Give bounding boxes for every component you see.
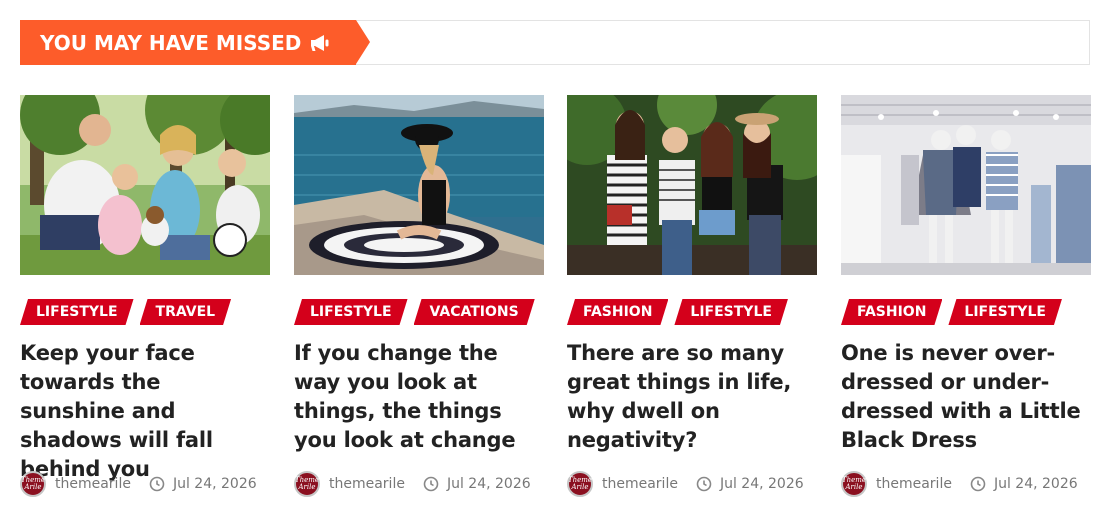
- post-thumbnail-sea[interactable]: [294, 95, 544, 275]
- avatar-logo-text: Theme Arile: [841, 476, 867, 491]
- post-categories: FASHION LIFESTYLE: [567, 299, 817, 327]
- author-name[interactable]: themearile: [329, 476, 405, 492]
- category-badge-fashion[interactable]: FASHION: [841, 299, 942, 325]
- post-date[interactable]: Jul 24, 2026: [447, 476, 531, 492]
- author-name[interactable]: themearile: [876, 476, 952, 492]
- category-badge-lifestyle[interactable]: LIFESTYLE: [948, 299, 1062, 325]
- author-avatar[interactable]: Theme Arile: [20, 471, 46, 497]
- avatar-logo-text: Theme Arile: [20, 476, 46, 491]
- woman-by-sea-photo: [294, 95, 544, 275]
- clock-icon: [970, 476, 986, 492]
- post-title[interactable]: There are so many great things in life, …: [567, 339, 817, 455]
- posts-grid: LIFESTYLE TRAVEL Keep your face towards …: [20, 95, 1091, 497]
- post-meta: Theme Arile themearile Jul 24, 2026: [294, 471, 544, 497]
- post-title[interactable]: Keep your face towards the sunshine and …: [20, 339, 270, 481]
- clock-icon: [696, 476, 712, 492]
- clock-icon: [423, 476, 439, 492]
- author-avatar[interactable]: Theme Arile: [567, 471, 593, 497]
- post-thumbnail-friends[interactable]: [567, 95, 817, 275]
- category-badge-fashion[interactable]: FASHION: [567, 299, 668, 325]
- category-badge-lifestyle[interactable]: LIFESTYLE: [294, 299, 408, 325]
- post-title[interactable]: If you change the way you look at things…: [294, 339, 544, 455]
- post-date[interactable]: Jul 24, 2026: [994, 476, 1078, 492]
- four-friends-laughing-photo: [567, 95, 817, 275]
- author-avatar[interactable]: Theme Arile: [294, 471, 320, 497]
- clothing-store-mannequins-photo: [841, 95, 1091, 275]
- post-thumbnail-store[interactable]: [841, 95, 1091, 275]
- post-title[interactable]: One is never over-dressed or under-dress…: [841, 339, 1091, 455]
- category-badge-lifestyle[interactable]: LIFESTYLE: [674, 299, 788, 325]
- post-meta: Theme Arile themearile Jul 24, 2026: [567, 471, 817, 497]
- post-card: FASHION LIFESTYLE One is never over-dres…: [841, 95, 1091, 497]
- section-title-text: YOU MAY HAVE MISSED: [40, 30, 302, 55]
- author-name[interactable]: themearile: [602, 476, 678, 492]
- post-categories: FASHION LIFESTYLE: [841, 299, 1091, 327]
- section-header: YOU MAY HAVE MISSED: [20, 20, 1090, 65]
- avatar-logo-text: Theme Arile: [294, 476, 320, 491]
- post-date[interactable]: Jul 24, 2026: [720, 476, 804, 492]
- section-title-banner: YOU MAY HAVE MISSED: [20, 20, 370, 65]
- post-categories: LIFESTYLE TRAVEL: [20, 299, 270, 327]
- post-card: FASHION LIFESTYLE There are so many grea…: [567, 95, 817, 497]
- post-meta: Theme Arile themearile Jul 24, 2026: [841, 471, 1091, 497]
- post-card: LIFESTYLE TRAVEL Keep your face towards …: [20, 95, 270, 497]
- post-thumbnail-family[interactable]: [20, 95, 270, 275]
- category-badge-vacations[interactable]: VACATIONS: [414, 299, 535, 325]
- post-date[interactable]: Jul 24, 2026: [173, 476, 257, 492]
- clock-icon: [149, 476, 165, 492]
- post-card: LIFESTYLE VACATIONS If you change the wa…: [294, 95, 544, 497]
- megaphone-icon: [309, 33, 331, 53]
- author-name[interactable]: themearile: [55, 476, 131, 492]
- category-badge-lifestyle[interactable]: LIFESTYLE: [20, 299, 134, 325]
- author-avatar[interactable]: Theme Arile: [841, 471, 867, 497]
- category-badge-travel[interactable]: TRAVEL: [140, 299, 232, 325]
- post-categories: LIFESTYLE VACATIONS: [294, 299, 544, 327]
- avatar-logo-text: Theme Arile: [567, 476, 593, 491]
- family-in-park-photo: [20, 95, 270, 275]
